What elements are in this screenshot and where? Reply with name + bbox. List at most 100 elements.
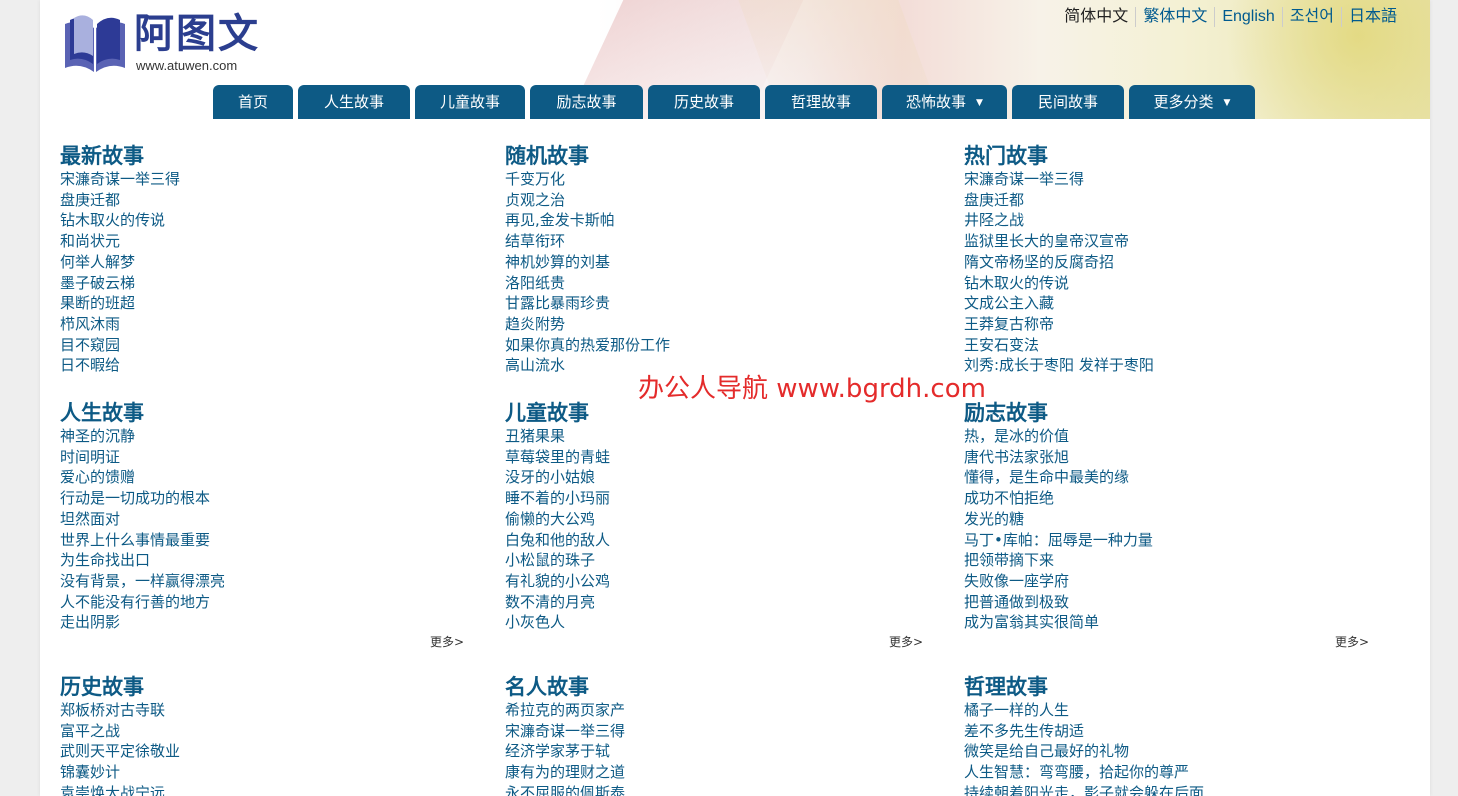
story-link[interactable]: 墨子破云梯	[60, 273, 180, 294]
story-link[interactable]: 热，是冰的价值	[964, 426, 1153, 447]
caret-down-icon: ▼	[1223, 98, 1231, 108]
story-link[interactable]: 王莽复古称帝	[964, 314, 1154, 335]
story-link[interactable]: 持续朝着阳光走，影子就会躲在后面	[964, 783, 1204, 796]
lang-korean[interactable]: 조선어	[1281, 7, 1341, 27]
story-link[interactable]: 富平之战	[60, 721, 180, 742]
story-link[interactable]: 武则天平定徐敬业	[60, 741, 180, 762]
lang-english[interactable]: English	[1214, 7, 1281, 27]
story-link[interactable]: 郑板桥对古寺联	[60, 700, 180, 721]
story-link[interactable]: 没有背景，一样赢得漂亮	[60, 571, 225, 592]
site-logo[interactable]: 阿图文 www.atuwen.com	[62, 8, 262, 78]
story-link[interactable]: 白兔和他的敌人	[505, 530, 610, 551]
story-link[interactable]: 马丁•库帕：屈辱是一种力量	[964, 530, 1153, 551]
story-link[interactable]: 目不窥园	[60, 335, 180, 356]
nav-inspirational-stories[interactable]: 励志故事	[530, 85, 643, 119]
story-link[interactable]: 数不清的月亮	[505, 592, 610, 613]
story-link[interactable]: 没牙的小姑娘	[505, 467, 610, 488]
story-link[interactable]: 橘子一样的人生	[964, 700, 1204, 721]
nav-philosophy-stories[interactable]: 哲理故事	[765, 85, 877, 119]
nav-folk-stories[interactable]: 民间故事	[1012, 85, 1124, 119]
story-link[interactable]: 丑猪果果	[505, 426, 610, 447]
story-link[interactable]: 偷懒的大公鸡	[505, 509, 610, 530]
section-history-stories: 历史故事 郑板桥对古寺联 富平之战 武则天平定徐敬业 锦囊妙计 袁崇焕大战宁远	[60, 674, 180, 796]
nav-children-stories[interactable]: 儿童故事	[415, 85, 525, 119]
more-link-life[interactable]: 更多>	[430, 633, 464, 650]
more-link-inspirational[interactable]: 更多>	[1335, 633, 1369, 650]
story-link[interactable]: 把普通做到极致	[964, 592, 1153, 613]
story-link[interactable]: 失败像一座学府	[964, 571, 1153, 592]
section-celebrity-stories: 名人故事 希拉克的两页家产 宋濂奇谋一举三得 经济学家茅于轼 康有为的理财之道 …	[505, 674, 625, 796]
story-link[interactable]: 监狱里长大的皇帝汉宣帝	[964, 231, 1154, 252]
story-link[interactable]: 栉风沐雨	[60, 314, 180, 335]
nav-history-stories[interactable]: 历史故事	[648, 85, 760, 119]
story-link[interactable]: 宋濂奇谋一举三得	[60, 169, 180, 190]
story-link[interactable]: 发光的糖	[964, 509, 1153, 530]
story-link[interactable]: 洛阳纸贵	[505, 273, 670, 294]
book-icon	[65, 15, 125, 72]
story-link[interactable]: 隋文帝杨坚的反腐奇招	[964, 252, 1154, 273]
story-list: 希拉克的两页家产 宋濂奇谋一举三得 经济学家茅于轼 康有为的理财之道 永不屈服的…	[505, 700, 625, 796]
story-link[interactable]: 如果你真的热爱那份工作	[505, 335, 670, 356]
story-link[interactable]: 成为富翁其实很简单	[964, 612, 1153, 633]
story-link[interactable]: 井陉之战	[964, 210, 1154, 231]
story-link[interactable]: 锦囊妙计	[60, 762, 180, 783]
story-link[interactable]: 钻木取火的传说	[60, 210, 180, 231]
story-link[interactable]: 何举人解梦	[60, 252, 180, 273]
story-link[interactable]: 神圣的沉静	[60, 426, 225, 447]
story-link[interactable]: 宋濂奇谋一举三得	[964, 169, 1154, 190]
nav-more-categories[interactable]: 更多分类 ▼	[1129, 85, 1255, 119]
story-link[interactable]: 盘庚迁都	[60, 190, 180, 211]
story-link[interactable]: 贞观之治	[505, 190, 670, 211]
story-link[interactable]: 再见,金发卡斯帕	[505, 210, 670, 231]
lang-zh-hans[interactable]: 简体中文	[1057, 7, 1135, 27]
story-link[interactable]: 永不屈服的佩斯泰	[505, 783, 625, 796]
story-link[interactable]: 有礼貌的小公鸡	[505, 571, 610, 592]
story-link[interactable]: 经济学家茅于轼	[505, 741, 625, 762]
story-link[interactable]: 把领带摘下来	[964, 550, 1153, 571]
section-title: 最新故事	[60, 144, 144, 168]
story-link[interactable]: 文成公主入藏	[964, 293, 1154, 314]
story-link[interactable]: 刘秀:成长于枣阳 发祥于枣阳	[964, 355, 1154, 376]
story-link[interactable]: 走出阴影	[60, 612, 225, 633]
story-link[interactable]: 希拉克的两页家产	[505, 700, 625, 721]
story-link[interactable]: 宋濂奇谋一举三得	[505, 721, 625, 742]
story-link[interactable]: 睡不着的小玛丽	[505, 488, 610, 509]
story-link[interactable]: 康有为的理财之道	[505, 762, 625, 783]
story-link[interactable]: 和尚状元	[60, 231, 180, 252]
nav-home[interactable]: 首页	[213, 85, 293, 119]
story-link[interactable]: 行动是一切成功的根本	[60, 488, 225, 509]
story-link[interactable]: 坦然面对	[60, 509, 225, 530]
story-link[interactable]: 成功不怕拒绝	[964, 488, 1153, 509]
story-link[interactable]: 微笑是给自己最好的礼物	[964, 741, 1204, 762]
story-link[interactable]: 结草衔环	[505, 231, 670, 252]
story-link[interactable]: 世界上什么事情最重要	[60, 530, 225, 551]
story-link[interactable]: 草莓袋里的青蛙	[505, 447, 610, 468]
story-link[interactable]: 为生命找出口	[60, 550, 225, 571]
story-link[interactable]: 唐代书法家张旭	[964, 447, 1153, 468]
story-link[interactable]: 懂得，是生命中最美的缘	[964, 467, 1153, 488]
story-link[interactable]: 小灰色人	[505, 612, 610, 633]
lang-zh-hant[interactable]: 繁体中文	[1135, 7, 1214, 27]
story-link[interactable]: 盘庚迁都	[964, 190, 1154, 211]
nav-life-stories[interactable]: 人生故事	[298, 85, 410, 119]
story-link[interactable]: 果断的班超	[60, 293, 180, 314]
story-link[interactable]: 王安石变法	[964, 335, 1154, 356]
more-link-children[interactable]: 更多>	[889, 633, 923, 650]
nav-horror-stories[interactable]: 恐怖故事 ▼	[882, 85, 1007, 119]
story-link[interactable]: 差不多先生传胡适	[964, 721, 1204, 742]
story-link[interactable]: 甘露比暴雨珍贵	[505, 293, 670, 314]
lang-japanese[interactable]: 日本語	[1340, 7, 1404, 27]
story-list: 橘子一样的人生 差不多先生传胡适 微笑是给自己最好的礼物 人生智慧：弯弯腰，拾起…	[964, 700, 1204, 796]
story-link[interactable]: 千变万化	[505, 169, 670, 190]
story-link[interactable]: 人生智慧：弯弯腰，拾起你的尊严	[964, 762, 1204, 783]
section-latest-stories: 最新故事 宋濂奇谋一举三得 盘庚迁都 钻木取火的传说 和尚状元 何举人解梦 墨子…	[60, 143, 180, 376]
story-link[interactable]: 小松鼠的珠子	[505, 550, 610, 571]
story-link[interactable]: 趋炎附势	[505, 314, 670, 335]
story-link[interactable]: 钻木取火的传说	[964, 273, 1154, 294]
story-link[interactable]: 人不能没有行善的地方	[60, 592, 225, 613]
story-link[interactable]: 神机妙算的刘基	[505, 252, 670, 273]
story-link[interactable]: 时间明证	[60, 447, 225, 468]
story-link[interactable]: 日不暇给	[60, 355, 180, 376]
story-link[interactable]: 爱心的馈赠	[60, 467, 225, 488]
story-link[interactable]: 袁崇焕大战宁远	[60, 783, 180, 796]
